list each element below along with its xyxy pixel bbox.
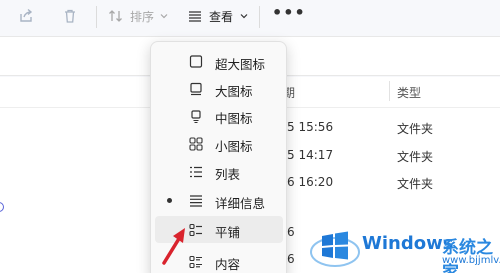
details-icon <box>190 195 202 207</box>
menu-item-label: 中图标 <box>215 111 253 126</box>
menu-item-label: 列表 <box>215 167 241 182</box>
menu-item-label: 超大图标 <box>215 57 266 72</box>
menu-item-medium-icons[interactable]: 中图标 <box>155 102 283 129</box>
chevron-down-icon <box>160 14 168 19</box>
selection-circle[interactable] <box>0 202 4 212</box>
row-type: 文件夹 <box>397 150 434 164</box>
row-type: 文件夹 <box>397 122 434 136</box>
content-icon <box>189 255 202 269</box>
sort-label: 排序 <box>130 9 155 24</box>
small-icons-icon <box>189 137 203 151</box>
sort-icon <box>109 10 122 22</box>
row-date: /6 16:20 <box>283 175 334 189</box>
large-icons-icon <box>190 82 202 96</box>
windows-logo-icon <box>310 231 360 267</box>
row-date: /5 15:56 <box>283 120 334 134</box>
view-button[interactable]: 查看 <box>187 5 249 27</box>
red-arrow-icon <box>162 228 185 265</box>
view-label: 查看 <box>209 9 234 24</box>
medium-icons-icon <box>191 110 201 124</box>
list-icon <box>190 166 202 178</box>
menu-item-small-icons[interactable]: 小图标 <box>155 130 283 157</box>
menu-item-details[interactable]: 详细信息 <box>155 187 283 214</box>
row-date: /5 14:17 <box>283 148 334 162</box>
selected-bullet-icon <box>167 198 172 203</box>
watermark: Windows 系统之家 www.bjjmlv.com <box>310 222 500 273</box>
menu-item-list[interactable]: 列表 <box>155 158 283 185</box>
share-icon[interactable] <box>15 6 37 26</box>
tiles-icon <box>189 223 202 237</box>
extra-large-icons-icon <box>189 55 203 68</box>
menu-item-extra-large-icons[interactable]: 超大图标 <box>155 48 283 75</box>
chevron-down-icon <box>240 14 248 19</box>
watermark-title: Windows <box>362 233 454 254</box>
menu-item-label: 小图标 <box>215 139 253 154</box>
menu-item-large-icons[interactable]: 大图标 <box>155 75 283 102</box>
command-bar: 排序 查看 ••• <box>0 0 500 36</box>
menu-item-label: 内容 <box>215 257 241 272</box>
toolbar-divider <box>259 6 260 28</box>
menu-item-label: 详细信息 <box>215 196 266 211</box>
menu-item-label: 大图标 <box>215 84 253 99</box>
watermark-url: www.bjjmlv.com <box>442 255 500 266</box>
column-header-type[interactable]: 类型 <box>397 84 421 101</box>
watermark-subtitle: 系统之家 <box>442 238 493 273</box>
view-icon <box>189 11 201 22</box>
column-divider <box>389 81 390 101</box>
row-type: 文件夹 <box>397 177 434 191</box>
more-options-button[interactable]: ••• <box>272 3 306 22</box>
menu-item-label: 平铺 <box>215 225 241 240</box>
trash-icon[interactable] <box>59 6 81 26</box>
sort-button[interactable]: 排序 <box>108 5 169 27</box>
toolbar-divider <box>96 6 97 28</box>
